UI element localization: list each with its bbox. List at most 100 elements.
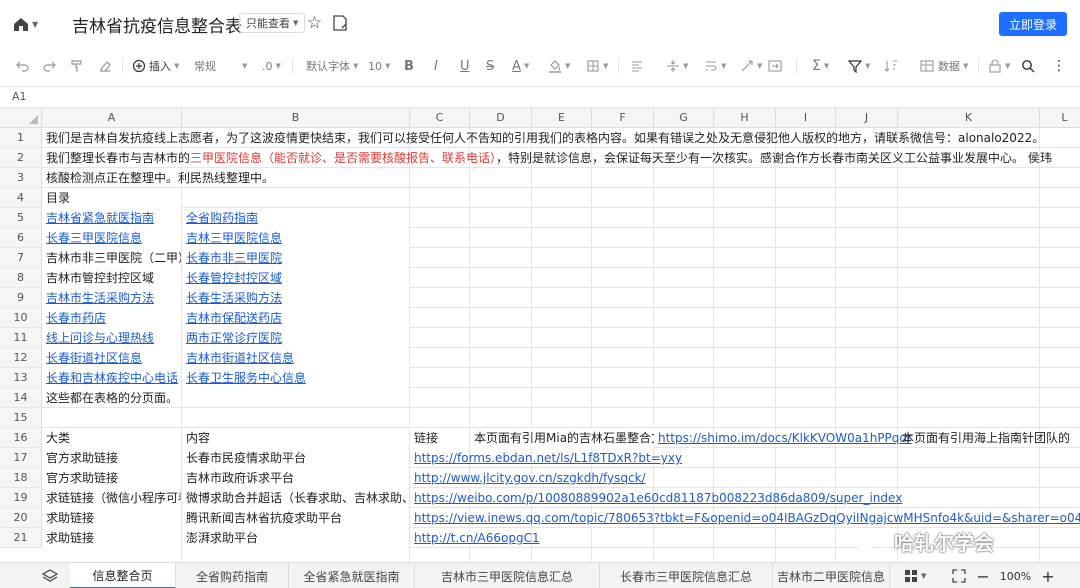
cell-text[interactable]: 官方求助链接: [42, 468, 181, 488]
zoom-out-button[interactable]: −: [976, 567, 989, 586]
row-header-2[interactable]: 2: [0, 148, 42, 168]
spreadsheet-grid[interactable]: A B C D E F G H I J K L 1 2 3 4 5 6 7 8 9 10 11 12 13 14 15 16 17 18 1…: [0, 108, 1080, 562]
insert-menu[interactable]: 插入 ▼: [132, 52, 179, 80]
grid-view-icon[interactable]: [904, 569, 918, 583]
font-family-dropdown[interactable]: 默认字体 ▼: [306, 52, 358, 80]
border-button[interactable]: ▼: [586, 52, 608, 80]
cell-reference[interactable]: A1: [12, 90, 27, 103]
font-size-dropdown[interactable]: 10 ▼: [368, 52, 390, 80]
cell-text[interactable]: 链接: [410, 428, 469, 448]
row-header-18[interactable]: 18: [0, 468, 42, 488]
fill-color-button[interactable]: ▼: [548, 52, 570, 80]
undo-icon[interactable]: [16, 52, 30, 80]
row-header-15[interactable]: 15: [0, 408, 42, 428]
row-header-12[interactable]: 12: [0, 348, 42, 368]
cell-link[interactable]: 长春市非三甲医院: [182, 248, 409, 268]
cell-text[interactable]: 官方求助链接: [42, 448, 181, 468]
cell-text[interactable]: 求助链接: [42, 508, 181, 528]
cell-text[interactable]: 长春市民疫情求助平台: [182, 448, 409, 468]
underline-button[interactable]: U: [460, 52, 470, 80]
cell-link[interactable]: 吉林市保配送药店: [182, 308, 409, 328]
row-header-11[interactable]: 11: [0, 328, 42, 348]
cell-text[interactable]: 澎湃求助平台: [182, 528, 409, 548]
cell-text[interactable]: 本页面有引用海上指南针团队的: [898, 428, 1070, 448]
data-menu[interactable]: 数据 ▼: [920, 52, 968, 80]
row-header-13[interactable]: 13: [0, 368, 42, 388]
column-header-i[interactable]: I: [776, 108, 836, 128]
login-button[interactable]: 立即登录: [999, 12, 1067, 36]
column-header-j[interactable]: J: [836, 108, 898, 128]
rotate-text-icon[interactable]: ▼: [740, 52, 762, 80]
bold-button[interactable]: B: [404, 52, 414, 80]
row-header-21[interactable]: 21: [0, 528, 42, 548]
cell-link[interactable]: 长春管控封控区域: [182, 268, 409, 288]
cell-link[interactable]: http://t.cn/A66opgC1: [410, 528, 540, 548]
cell-text[interactable]: 我们是吉林自发抗疫线上志愿者，为了这波疫情更快结束，我们可以接受任何人不告知的引…: [42, 128, 1044, 148]
cell-text[interactable]: 微博求助合并超话（长春求助、吉林求助、上: [182, 488, 409, 508]
row-header-8[interactable]: 8: [0, 268, 42, 288]
text-color-button[interactable]: A ▼: [512, 52, 529, 80]
column-header-b[interactable]: B: [182, 108, 410, 128]
decimal-button[interactable]: .0 ▼: [262, 52, 281, 80]
cell-text[interactable]: 吉林市非三甲医院（二甲）: [42, 248, 181, 268]
wrap-text-icon[interactable]: ▼: [704, 52, 726, 80]
cell-text[interactable]: 腾讯新闻吉林省抗疫求助平台: [182, 508, 409, 528]
row-header-14[interactable]: 14: [0, 388, 42, 408]
row-header-10[interactable]: 10: [0, 308, 42, 328]
sort-icon[interactable]: [884, 52, 898, 80]
eraser-icon[interactable]: [98, 52, 112, 80]
cell-text[interactable]: 求链链接（微信小程序可看: [42, 488, 181, 508]
italic-button[interactable]: I: [434, 52, 438, 80]
cell-link[interactable]: 吉林市生活采购方法: [42, 288, 181, 308]
cell-link[interactable]: 吉林三甲医院信息: [182, 228, 409, 248]
redo-icon[interactable]: [42, 52, 56, 80]
layers-icon[interactable]: [42, 568, 58, 584]
cell-text[interactable]: 目录: [42, 188, 181, 208]
cell-link[interactable]: 长春和吉林疾控中心电话: [42, 368, 181, 388]
cell-text[interactable]: 吉林市政府诉求平台: [182, 468, 409, 488]
cell-text[interactable]: 吉林市管控封控区域: [42, 268, 181, 288]
cell-link[interactable]: 吉林市街道社区信息: [182, 348, 409, 368]
row-header-3[interactable]: 3: [0, 168, 42, 188]
number-format-dropdown[interactable]: 常规 ▼: [194, 52, 247, 80]
row-header-6[interactable]: 6: [0, 228, 42, 248]
cell-text[interactable]: 我们整理长春市与吉林市的三甲医院信息（能否就诊、是否需要核酸报告、联系电话），特…: [42, 148, 1072, 168]
cell-link[interactable]: http://www.jlcity.gov.cn/szgkdh/fysqck/: [410, 468, 646, 488]
row-header-7[interactable]: 7: [0, 248, 42, 268]
cell-link[interactable]: 长春街道社区信息: [42, 348, 181, 368]
column-header-g[interactable]: G: [654, 108, 714, 128]
row-header-19[interactable]: 19: [0, 488, 42, 508]
sheet-tab[interactable]: 信息整合页: [70, 563, 176, 588]
cell-link[interactable]: 全省购药指南: [182, 208, 409, 228]
cell-link[interactable]: https://forms.ebdan.net/ls/L1f8TDxR?bt=y…: [410, 448, 682, 468]
column-header-f[interactable]: F: [592, 108, 654, 128]
cell-link[interactable]: 长春生活采购方法: [182, 288, 409, 308]
sheet-tab[interactable]: 长春市三甲医院信息汇总: [600, 563, 773, 588]
merge-cells-icon[interactable]: [768, 52, 782, 80]
row-header-17[interactable]: 17: [0, 448, 42, 468]
cell-link[interactable]: https://shimo.im/docs/KlkKVOW0a1hPPqdr: [654, 428, 912, 448]
star-icon[interactable]: ☆: [307, 13, 322, 33]
column-header-e[interactable]: E: [532, 108, 592, 128]
cell-text[interactable]: 内容: [182, 428, 409, 448]
fullscreen-icon[interactable]: [952, 569, 967, 583]
strikethrough-button[interactable]: S: [486, 52, 494, 80]
search-icon[interactable]: [1021, 52, 1035, 80]
sum-button[interactable]: Σ ▼: [812, 52, 829, 80]
note-icon[interactable]: [333, 15, 347, 31]
sheet-tab[interactable]: 吉林市二甲医院信息: [773, 563, 890, 588]
cell-link[interactable]: 线上问诊与心理热线: [42, 328, 181, 348]
cell-link[interactable]: 吉林省紧急就医指南: [42, 208, 181, 228]
zoom-in-button[interactable]: +: [1041, 567, 1054, 586]
column-header-l[interactable]: L: [1040, 108, 1080, 128]
cell-text[interactable]: 大类: [42, 428, 181, 448]
view-mode-dropdown[interactable]: 只能查看 ▼: [239, 13, 306, 33]
sheet-tab[interactable]: 全省紧急就医指南: [289, 563, 415, 588]
cell-link[interactable]: 长春市药店: [42, 308, 181, 328]
cell-link[interactable]: 长春卫生服务中心信息: [182, 368, 409, 388]
row-header-1[interactable]: 1: [0, 128, 42, 148]
cell-text[interactable]: 本页面有引用Mia的吉林石墨整合文档: [470, 428, 654, 448]
cell-text[interactable]: 这些都在表格的分页面。: [42, 388, 181, 408]
cell-link[interactable]: 两市正常诊疗医院: [182, 328, 409, 348]
home-button[interactable]: ▼: [12, 14, 40, 34]
